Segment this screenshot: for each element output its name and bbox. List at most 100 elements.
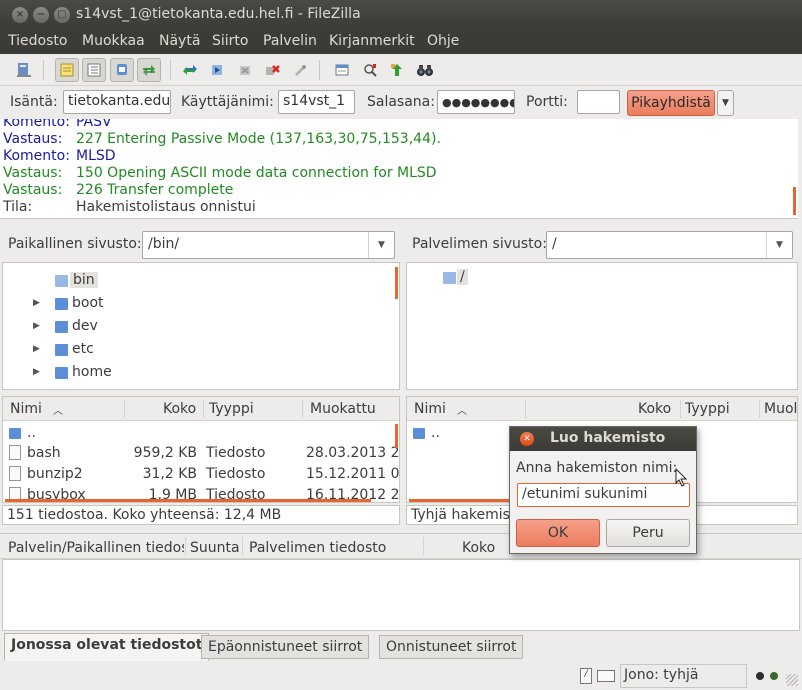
toggle-log-button[interactable] [55,58,79,82]
menu-siirto[interactable]: Siirto [212,33,248,49]
transfer-queue-list[interactable] [2,559,800,631]
tree-item-home[interactable]: ▶ home [3,363,383,385]
cancel-operation-button[interactable] [233,58,257,82]
expand-arrow-icon[interactable]: ▶ [33,298,40,308]
dialog-close-button[interactable]: ✕ [520,432,534,446]
column-remote-file[interactable]: Palvelimen tiedosto [249,540,386,556]
column-separator [242,537,243,555]
chevron-down-icon[interactable]: ▼ [368,232,394,258]
search-files-button[interactable] [413,58,437,82]
local-directory-tree[interactable]: bin ▶ boot ▶ dev ▶ etc ▶ home [2,262,400,390]
toolbar-separator [170,60,171,80]
expand-arrow-icon[interactable]: ▶ [33,321,40,331]
local-tree-scrollbar[interactable] [395,267,398,299]
file-row[interactable]: bash 959,2 KB Tiedosto 28.03.2013 20 [3,444,399,465]
dialog-title-bar: ✕ Luo hakemisto [510,427,696,451]
column-direction[interactable]: Suunta [190,540,240,556]
sync-browsing-button[interactable] [385,58,409,82]
activity-led-icon [770,672,778,680]
column-modified[interactable]: Muol [764,401,797,417]
folder-icon [55,321,68,333]
local-path-combobox[interactable]: /bin/ ▼ [142,231,395,259]
directory-name-input[interactable]: /etunimi sukunimi [517,483,690,507]
cancel-button[interactable]: Peru [606,519,690,547]
message-log[interactable]: Komento: PASV Vastaus: 227 Entering Passiv… [0,119,798,219]
host-input[interactable]: tietokanta.edu. [63,90,171,114]
quickconnect-bar: Isäntä: tietokanta.edu. Käyttäjänimi: s1… [0,86,802,118]
tree-item-boot[interactable]: ▶ boot [3,294,383,316]
folder-up-icon [9,428,21,439]
local-file-list[interactable]: Nimi ︿ Koko Tyyppi Muokattu .. bash 959,… [2,396,400,503]
close-window-button[interactable]: × [12,7,28,23]
quickconnect-button[interactable]: Pikayhdistä [627,90,715,116]
folder-up-icon [413,428,425,439]
remote-path-value: / [552,236,557,252]
menu-ohje[interactable]: Ohje [427,33,459,49]
ok-button[interactable]: OK [516,519,600,547]
expand-arrow-icon[interactable]: ▶ [33,344,40,354]
process-queue-button[interactable] [205,58,229,82]
log-scrollbar[interactable] [793,187,796,215]
column-name[interactable]: Nimi [414,401,446,417]
log-row: Vastaus: 150 Opening ASCII mode data conn… [3,165,437,181]
column-size[interactable]: Koko [163,401,196,417]
toggle-local-tree-button[interactable] [82,58,106,82]
compare-icon [364,64,377,77]
create-directory-dialog: ✕ Luo hakemisto Anna hakemiston nimi: /e… [509,426,697,554]
password-label: Salasana: [367,94,435,110]
local-list-vscrollbar[interactable] [395,424,398,448]
file-row[interactable]: bunzip2 31,2 KB Tiedosto 15.12.2011 08. [3,465,399,486]
directory-listing-filters-button[interactable] [330,58,354,82]
menu-muokkaa[interactable]: Muokkaa [82,33,145,49]
tree-item-root[interactable]: / [407,268,787,290]
expand-arrow-icon[interactable]: ▶ [33,367,40,377]
cancel-operation-icon [240,66,250,75]
file-row[interactable]: .. [3,424,399,445]
binoculars-icon [417,65,433,76]
file-icon [9,466,21,481]
toolbar-separator [43,60,44,80]
menu-kirjanmerkit[interactable]: Kirjanmerkit [329,33,415,49]
refresh-button[interactable] [178,58,202,82]
menu-tiedosto[interactable]: Tiedosto [8,33,67,49]
column-name[interactable]: Nimi [10,401,42,417]
tree-item-bin[interactable]: bin [3,271,383,293]
port-input[interactable] [577,90,620,114]
chevron-down-icon[interactable]: ▼ [766,232,792,258]
column-modified[interactable]: Muokattu [310,401,376,417]
tab-successful-transfers[interactable]: Onnistuneet siirrot [379,635,524,659]
quickconnect-dropdown-button[interactable]: ▼ [717,90,734,116]
minimize-window-button[interactable]: − [33,7,49,23]
resize-grip-icon[interactable] [786,674,798,686]
reconnect-button[interactable] [288,58,312,82]
tab-failed-transfers[interactable]: Epäonnistuneet siirrot [201,635,370,659]
remote-path-combobox[interactable]: / ▼ [546,231,793,259]
toggle-remote-tree-button[interactable] [110,58,134,82]
remote-site-label: Palvelimen sivusto: [412,236,547,252]
column-local-file[interactable]: Palvelin/Paikallinen tiedosto [8,540,184,556]
column-type[interactable]: Tyyppi [685,401,730,417]
tree-item-dev[interactable]: ▶ dev [3,317,383,339]
title-bar: × − □ s14vst_1@tietokanta.edu.hel.fi - F… [0,0,802,30]
compare-directories-button[interactable] [358,58,382,82]
site-manager-button[interactable] [12,58,36,82]
tree-item-etc[interactable]: ▶ etc [3,340,383,362]
maximize-window-button[interactable]: □ [54,7,70,23]
menu-palvelin[interactable]: Palvelin [263,33,317,49]
username-input[interactable]: s14vst_1 [278,90,355,114]
toolbar [0,54,802,86]
menu-nayta[interactable]: Näytä [159,33,200,49]
toggle-queue-button[interactable] [137,58,161,82]
disconnect-button[interactable] [260,58,284,82]
column-size[interactable]: Koko [462,540,495,556]
folder-icon [55,298,68,310]
password-input[interactable]: ●●●●●●●●●●● [437,90,515,114]
local-list-hscrollbar[interactable] [5,499,371,502]
tab-queued-files[interactable]: Jonossa olevat tiedostot [4,633,210,661]
dialog-title: Luo hakemisto [550,430,666,446]
log-row: Tila: Hakemistolistaus onnistui [3,199,256,215]
column-type[interactable]: Tyyppi [209,401,254,417]
log-row: Komento: PASV [3,119,112,130]
remote-directory-tree[interactable]: / [406,262,798,390]
column-size[interactable]: Koko [638,401,671,417]
